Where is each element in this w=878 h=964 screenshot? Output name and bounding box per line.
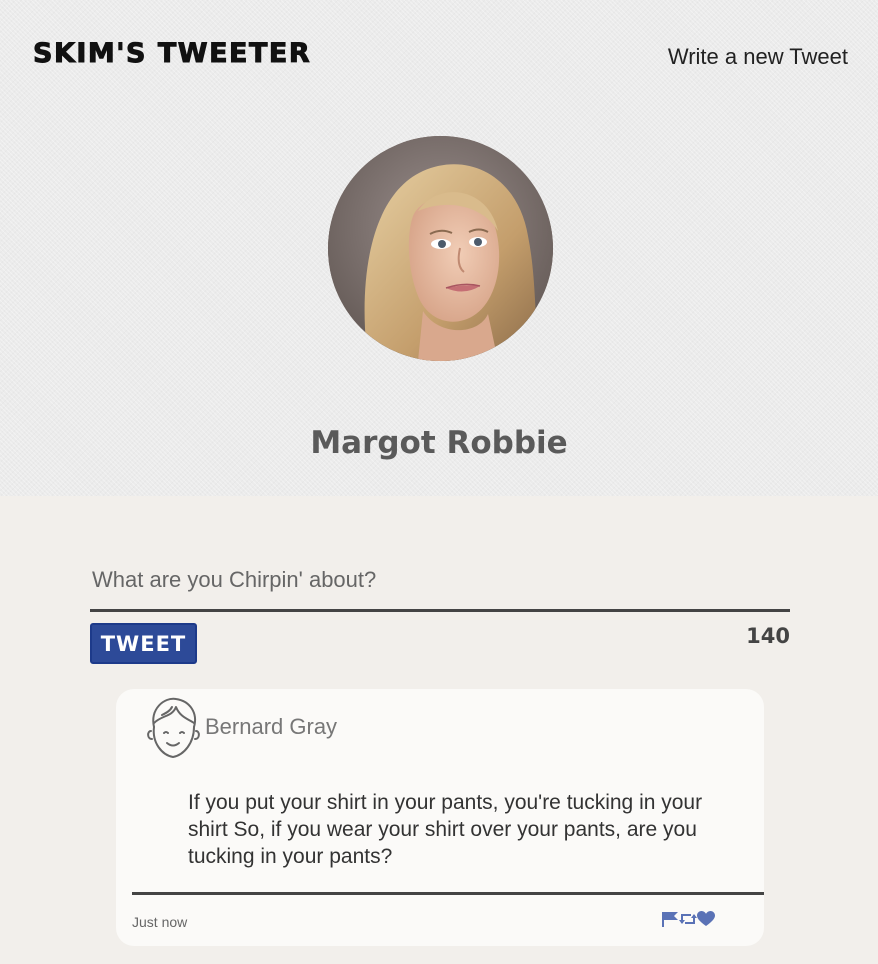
- tweet-divider: [132, 892, 764, 895]
- tweet-author-name[interactable]: Bernard Gray: [205, 714, 337, 740]
- profile-avatar: [328, 136, 553, 361]
- page: SKIM'S TWEETER Write a new Tweet Margot …: [0, 0, 878, 964]
- tweet-text: If you put your shirt in your pants, you…: [188, 791, 703, 868]
- profile-name: Margot Robbie: [310, 425, 568, 461]
- character-counter: 140: [746, 624, 790, 648]
- flag-icon[interactable]: [661, 911, 679, 927]
- profile-photo-icon: [328, 136, 553, 361]
- face-outline-icon: [142, 693, 204, 759]
- tweet-button[interactable]: TWEET: [90, 623, 197, 664]
- brand-logo[interactable]: SKIM'S TWEETER: [32, 38, 311, 70]
- tweet-actions: [661, 910, 715, 928]
- profile-header: SKIM'S TWEETER Write a new Tweet Margot …: [0, 0, 878, 496]
- retweet-icon[interactable]: [679, 911, 697, 927]
- heart-icon[interactable]: [697, 911, 715, 927]
- write-new-tweet-link[interactable]: Write a new Tweet: [668, 44, 848, 70]
- compose-tweet-input[interactable]: [90, 550, 790, 612]
- tweet-timestamp: Just now: [132, 914, 188, 930]
- tweet-card: Bernard Gray If you put your shirt in yo…: [116, 689, 764, 946]
